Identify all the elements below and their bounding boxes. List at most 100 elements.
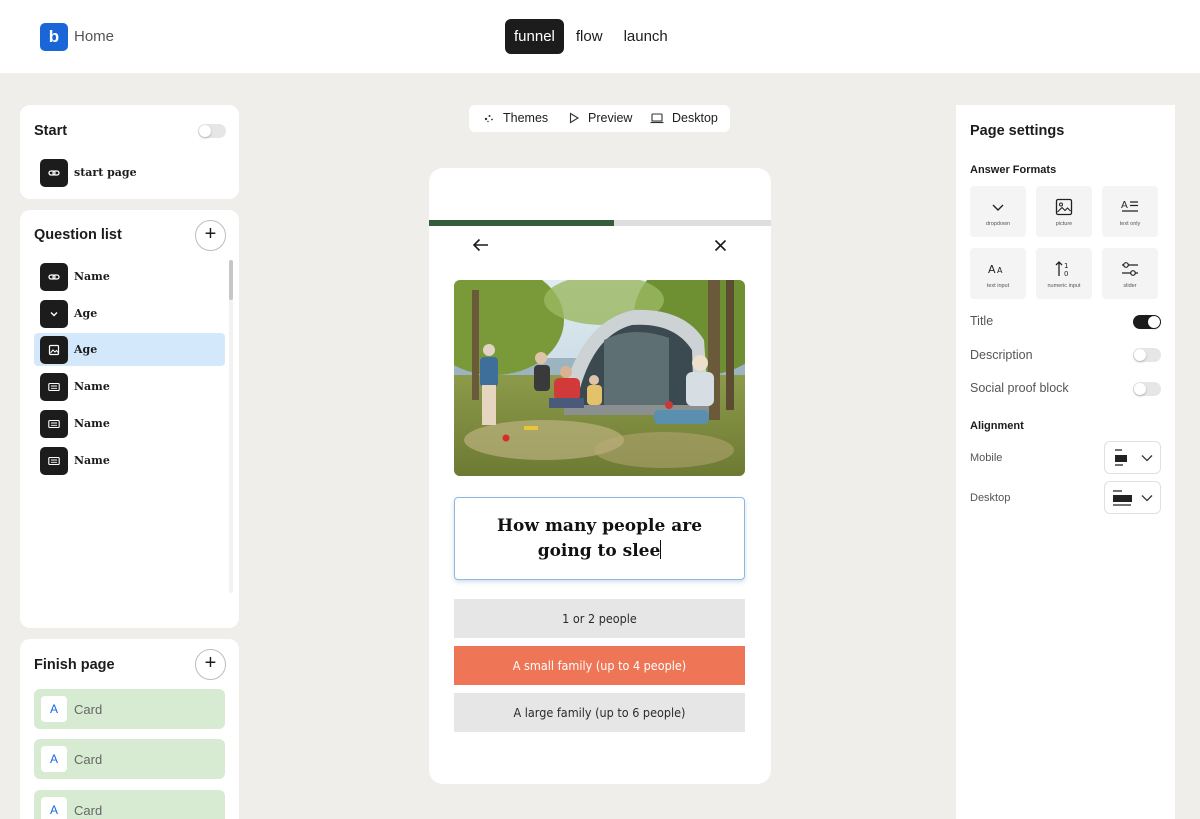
link-icon [40,263,68,291]
chevron-down-icon [992,204,1004,211]
sort-numeric-icon: 10 [1055,261,1068,278]
question-label: Name [74,417,110,430]
logo[interactable]: b [40,23,68,51]
question-item[interactable]: Name [34,407,225,440]
scrollbar-thumb[interactable] [229,260,233,300]
finish-card[interactable]: A Card [34,689,225,729]
finish-page-title: Finish page [34,657,115,673]
close-icon[interactable] [714,239,727,252]
preview-toolbar: Themes Preview Desktop [469,105,730,132]
mobile-alignment-label: Mobile [970,452,1003,464]
question-item[interactable]: Name [34,370,225,403]
question-label: Name [74,380,110,393]
answer-option[interactable]: A small family (up to 4 people) [454,646,745,685]
link-icon [40,159,68,187]
question-list-scrollbar[interactable] [229,260,233,593]
arrow-left-icon[interactable] [472,238,489,252]
finish-page-panel: Finish page + A Card A Card A Card [20,639,239,819]
question-label: Age [74,343,98,356]
description-toggle[interactable] [1133,348,1161,362]
title-toggle[interactable] [1133,315,1161,329]
svg-text:0: 0 [1064,270,1068,278]
tab-funnel[interactable]: funnel [505,19,564,54]
laptop-icon [650,113,664,124]
answer-option[interactable]: 1 or 2 people [454,599,745,638]
question-list-title: Question list [34,227,122,243]
answer-formats-label: Answer Formats [970,164,1057,176]
align-center-icon [1113,490,1132,506]
tab-launch[interactable]: launch [615,19,677,54]
social-proof-toggle-label: Social proof block [970,381,1069,395]
chevron-down-icon [1141,495,1153,502]
keyboard-icon [40,447,68,475]
home-link[interactable]: Home [74,28,114,45]
answer-option[interactable]: A large family (up to 6 people) [454,693,745,732]
finish-card[interactable]: A Card [34,739,225,779]
page-settings-title: Page settings [970,123,1065,139]
add-card-button[interactable]: + [195,649,226,680]
question-label: Age [74,307,98,320]
card-type-icon: A [41,696,67,722]
svg-text:1: 1 [1064,262,1068,270]
desktop-button[interactable]: Desktop [672,111,718,125]
tab-flow[interactable]: flow [567,19,612,54]
format-text-input[interactable]: AA text input [970,248,1026,299]
question-item[interactable]: Age [34,297,225,330]
svg-text:A: A [988,263,996,276]
description-toggle-label: Description [970,348,1033,362]
question-list-panel: Question list + Name Age Age Name Name N… [20,210,239,628]
start-page-label: start page [74,166,137,179]
card-label: Card [74,803,103,818]
svg-text:A: A [997,266,1003,275]
top-bar: b Home funnel flow launch [0,0,1200,73]
card-type-icon: A [41,797,67,819]
camping-photo [454,280,745,476]
sparkle-icon [484,115,493,123]
start-page-item[interactable]: start page [34,156,225,189]
play-icon [569,112,580,124]
start-title: Start [34,123,68,139]
card-label: Card [74,752,103,767]
themes-button[interactable]: Themes [503,111,548,125]
card-label: Card [74,702,103,717]
format-text-only[interactable]: A text only [1102,186,1158,237]
desktop-alignment-select[interactable] [1104,481,1161,514]
mobile-preview: How many people are going to slee 1 or 2… [429,168,771,784]
desktop-alignment-label: Desktop [970,492,1011,504]
question-label: Name [74,454,110,467]
keyboard-icon [40,410,68,438]
image-icon [40,336,68,364]
align-top-left-icon [1115,449,1127,466]
chevron-down-icon [1141,455,1153,462]
text-caret [660,540,662,559]
question-label: Name [74,270,110,283]
question-title-input[interactable]: How many people are going to slee [454,497,745,580]
keyboard-icon [40,373,68,401]
svg-text:A: A [1121,200,1128,211]
slider-icon [1122,262,1138,276]
add-question-button[interactable]: + [195,220,226,251]
question-item[interactable]: Name [34,444,225,477]
progress-fill [429,220,614,226]
mobile-alignment-select[interactable] [1104,441,1161,474]
image-icon [1055,198,1073,216]
title-toggle-label: Title [970,314,994,328]
page-settings-panel: Page settings Answer Formats dropdown pi… [956,105,1175,819]
progress-bar [429,220,771,226]
format-slider[interactable]: slider [1102,248,1158,299]
font-size-icon: AA [988,263,1003,276]
start-panel: Start start page [20,105,239,199]
format-picture[interactable]: picture [1036,186,1092,237]
preview-button[interactable]: Preview [588,111,632,125]
social-proof-toggle[interactable] [1133,382,1161,396]
question-text: How many people are going to slee [496,516,703,561]
start-toggle[interactable] [198,124,226,138]
finish-card[interactable]: A Card [34,790,225,819]
format-numeric-input[interactable]: 10 numeric input [1036,248,1092,299]
question-item[interactable]: Name [34,260,225,293]
nav-tabs: funnel flow launch [505,19,680,54]
format-dropdown[interactable]: dropdown [970,186,1026,237]
chevron-down-icon [40,300,68,328]
alignment-label: Alignment [970,420,1024,432]
question-item[interactable]: Age [34,333,225,366]
